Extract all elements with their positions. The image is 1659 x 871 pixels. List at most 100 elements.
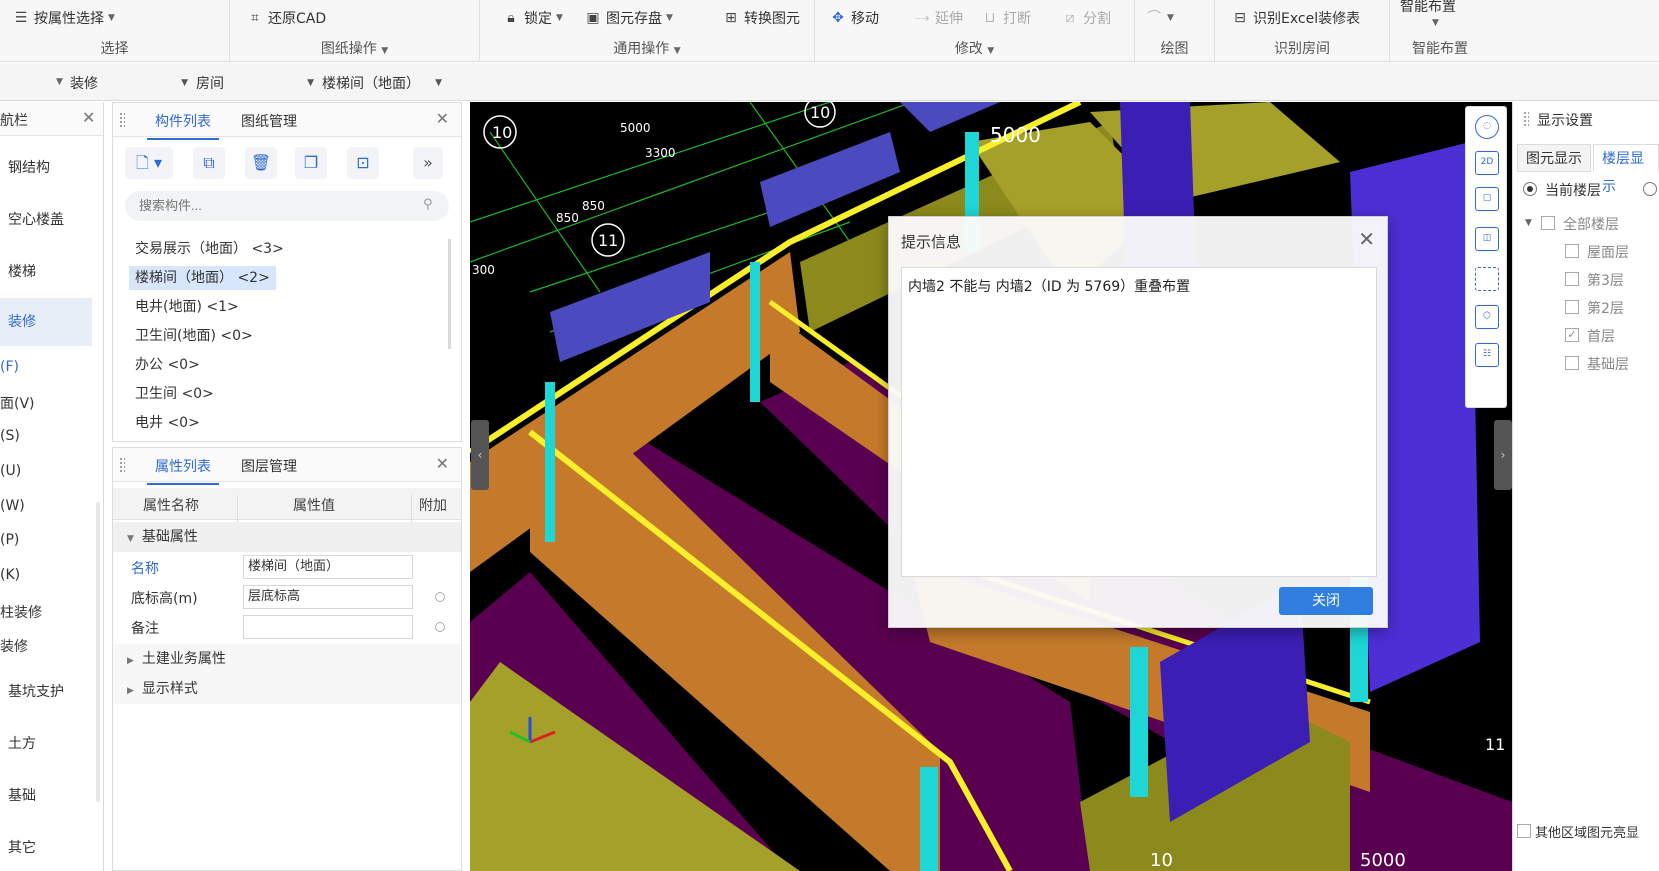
properties-view-icon[interactable]: ☷ (1475, 343, 1499, 367)
close-icon[interactable]: ✕ (82, 108, 95, 127)
component-list-item[interactable]: 电井 <0> (129, 411, 206, 435)
floor-checkbox-checked[interactable]: ✓ (1565, 328, 1579, 342)
chevron-down-icon[interactable]: ▼ (1432, 18, 1439, 28)
2d-view-icon[interactable]: 2D (1475, 151, 1499, 175)
all-floors-checkbox[interactable] (1541, 216, 1555, 230)
tab-element-display[interactable]: 图元显示 (1517, 144, 1591, 172)
close-button[interactable]: 关闭 (1279, 587, 1373, 615)
drag-handle-icon[interactable] (119, 112, 125, 128)
component-list-scrollbar[interactable] (448, 239, 451, 349)
component-list-item[interactable]: 卫生间 <0> (129, 382, 220, 406)
move-button[interactable]: ✥ 移动 (829, 6, 879, 30)
layer-copy-button[interactable]: ⊡ (347, 147, 379, 179)
delete-component-button[interactable]: 🗑︎ (245, 147, 277, 179)
drag-handle-icon[interactable] (1523, 111, 1529, 127)
dimension-label: 5000 (990, 123, 1041, 147)
nav-item-other[interactable]: 其它 (0, 824, 92, 871)
convert-element-button[interactable]: ⊞ 转换图元 (722, 6, 800, 30)
close-icon[interactable]: ✕ (436, 109, 449, 128)
orbit-icon[interactable]: ◌ (1475, 115, 1499, 139)
nav-subitem[interactable]: (U) (0, 463, 21, 479)
component-list-item[interactable]: 电井(地面) <1> (129, 295, 245, 319)
extend-button[interactable]: ⤍ 延伸 (913, 6, 963, 30)
tab-floor-display[interactable]: 楼层显示 (1593, 144, 1659, 195)
new-component-button[interactable]: 🗋︎ ▾ (125, 147, 173, 179)
category-select[interactable]: 装修 ▼ (70, 72, 188, 94)
component-list-item[interactable]: 办公 <0> (129, 353, 206, 377)
nav-subitem[interactable]: 面(V) (0, 393, 35, 413)
tab-drawing-management[interactable]: 图纸管理 (241, 111, 297, 131)
nav-item-foundation[interactable]: 基础 (0, 772, 92, 820)
chevron-down-icon[interactable]: ▼ (56, 77, 63, 87)
collapse-right-arrow[interactable]: › (1494, 420, 1512, 490)
floor-checkbox[interactable] (1565, 272, 1579, 286)
collapse-left-arrow[interactable]: ‹ (471, 420, 489, 490)
property-value-field[interactable]: 楼梯间（地面） (243, 555, 413, 579)
extra-checkbox[interactable] (435, 622, 445, 632)
radio-current-floor-label: 当前楼层 (1545, 183, 1601, 199)
component-list-item[interactable]: 卫生间(地面) <0> (129, 324, 259, 348)
component-list-item-selected[interactable]: 楼梯间（地面） <2> (129, 266, 276, 290)
component-list-item[interactable]: 交易展示（地面） <3> (129, 237, 290, 261)
dimension-label: 850 (556, 211, 579, 225)
nav-subitem[interactable]: (W) (0, 498, 25, 514)
split-button[interactable]: ⧄ 分割 (1061, 6, 1111, 30)
fit-view-icon[interactable] (1475, 267, 1499, 291)
search-icon[interactable]: ⚲ (423, 197, 433, 212)
radio-current-floor[interactable] (1523, 182, 1537, 196)
highlight-other-label: 其他区域图元亮显 (1535, 826, 1640, 841)
cube-icon[interactable]: ◫ (1475, 227, 1499, 251)
nav-subitem[interactable]: (F) (0, 359, 19, 375)
property-value-field[interactable] (243, 615, 413, 639)
nav-subitem[interactable]: (K) (0, 567, 20, 583)
tab-property-list[interactable]: 属性列表 (147, 456, 219, 485)
close-icon[interactable]: ✕ (1358, 227, 1375, 251)
break-button[interactable]: ⊔ 打断 (981, 6, 1031, 30)
convert-icon: ⊞ (725, 10, 737, 26)
tab-component-list[interactable]: 构件列表 (147, 111, 219, 140)
select-by-property-button[interactable]: ☰ 按属性选择 ▼ (12, 6, 115, 30)
property-value-field[interactable]: 层底标高 (243, 585, 413, 609)
item-select[interactable]: 楼梯间（地面） ▼ (322, 72, 442, 94)
nav-item-earthwork[interactable]: 土方 (0, 720, 92, 768)
chevron-down-icon[interactable]: ▼ (674, 46, 681, 56)
view-cube-icon[interactable]: ⬡ (1475, 305, 1499, 329)
tab-layer-management[interactable]: 图层管理 (241, 456, 297, 476)
nav-item-stairs[interactable]: 楼梯 (0, 248, 92, 296)
type-select[interactable]: 房间 ▼ (196, 72, 314, 94)
nav-item-steel[interactable]: 钢结构 (0, 144, 92, 192)
3d-box-icon[interactable]: ▢ (1475, 187, 1499, 211)
nav-item-foundation-pit[interactable]: 基坑支护 (0, 668, 92, 716)
floor-checkbox[interactable] (1565, 244, 1579, 258)
section-display-style[interactable]: ▶ 显示样式 (113, 674, 461, 704)
copy-component-button[interactable]: ⧉ (193, 147, 225, 179)
more-tools-button[interactable]: » (413, 147, 443, 179)
tree-expand-icon[interactable]: ▼ (1525, 218, 1532, 228)
smart-layout-button[interactable]: 智能布置 (1400, 0, 1456, 18)
recognize-excel-button[interactable]: ⊟ 识别Excel装修表 (1231, 6, 1360, 30)
nav-item-hollow-slab[interactable]: 空心楼盖 (0, 196, 92, 244)
section-basic-properties[interactable]: ▼ 基础属性 (113, 522, 461, 552)
duplicate-button[interactable]: ❐ (295, 147, 327, 179)
section-civil-properties[interactable]: ▶ 土建业务属性 (113, 644, 461, 674)
highlight-other-checkbox[interactable] (1517, 824, 1531, 838)
nav-subitem[interactable]: (S) (0, 428, 20, 444)
close-icon[interactable]: ✕ (436, 454, 449, 473)
nav-subitem[interactable]: (P) (0, 532, 19, 548)
floor-checkbox[interactable] (1565, 300, 1579, 314)
extra-checkbox[interactable] (435, 592, 445, 602)
nav-item-decoration[interactable]: 装修 (0, 298, 92, 346)
floor-checkbox[interactable] (1565, 356, 1579, 370)
drag-handle-icon[interactable] (119, 457, 125, 473)
lock-button[interactable]: 🔒︎ 锁定 ▼ (502, 6, 563, 30)
nav-subitem[interactable]: 装修 (0, 636, 28, 656)
nav-scrollbar[interactable] (96, 502, 100, 802)
restore-cad-button[interactable]: ⌗ 还原CAD (246, 6, 326, 30)
chevron-down-icon[interactable]: ▼ (381, 46, 388, 56)
search-input[interactable] (125, 191, 449, 221)
save-element-button[interactable]: ▣ 图元存盘 ▼ (584, 6, 673, 30)
radio-other[interactable] (1643, 182, 1657, 196)
chevron-down-icon[interactable]: ▼ (987, 46, 994, 56)
draw-arc-button[interactable]: ⌒ ▼ (1145, 6, 1174, 30)
nav-subitem[interactable]: 柱装修 (0, 602, 42, 622)
